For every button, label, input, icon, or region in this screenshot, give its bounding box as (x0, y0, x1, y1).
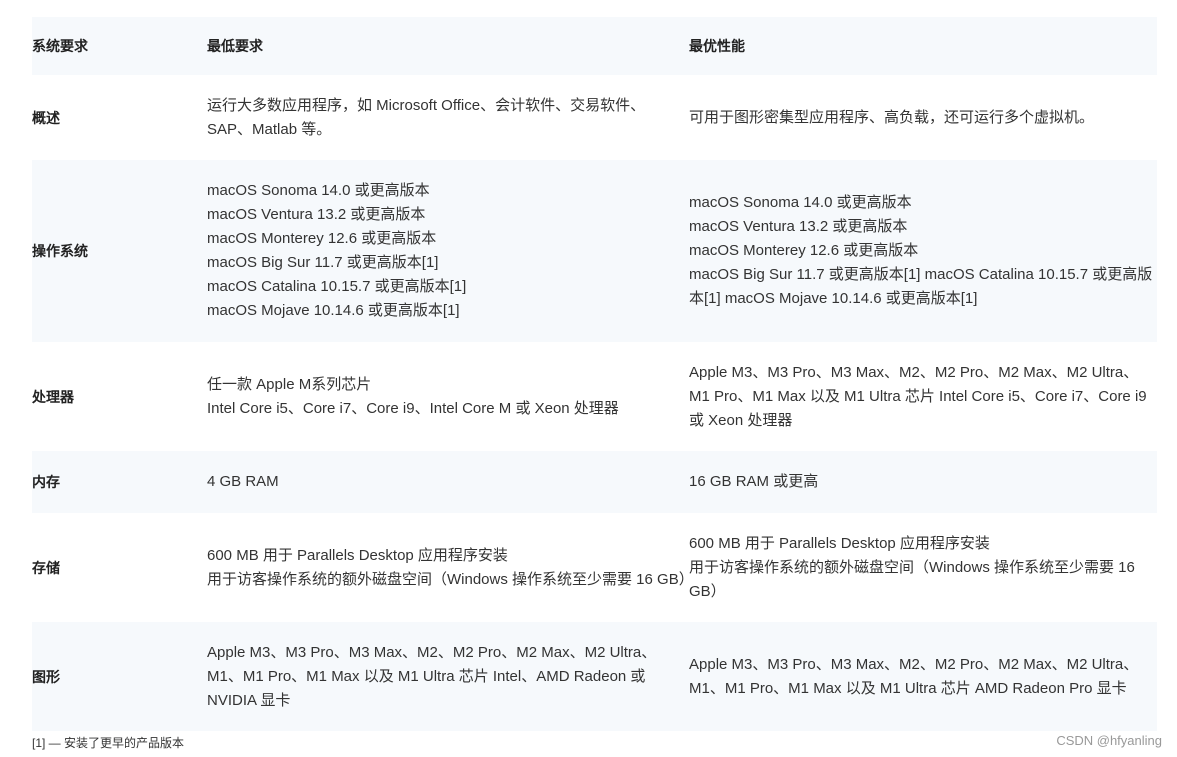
table-row-graphics: 图形 Apple M3、M3 Pro、M3 Max、M2、M2 Pro、M2 M… (32, 622, 1157, 731)
optimal-cell: 可用于图形密集型应用程序、高负载，还可运行多个虚拟机。 (689, 75, 1157, 160)
cell-line: macOS Big Sur 11.7 或更高版本[1] (207, 254, 439, 271)
cell-line: macOS Monterey 12.6 或更高版本 (689, 242, 919, 259)
cell-line: Intel Core i5、Core i7、Core i9、Intel Core… (207, 399, 619, 417)
optimal-cell: Apple M3、M3 Pro、M3 Max、M2、M2 Pro、M2 Max、… (689, 622, 1157, 731)
cell-line: Apple M3、M3 Pro、M3 Max、M2、M2 Pro、M2 Max、… (689, 655, 1139, 697)
table-row-processor: 处理器 任一款 Apple M系列芯片 Intel Core i5、Core i… (32, 342, 1157, 451)
cell-line: macOS Ventura 13.2 或更高版本 (207, 206, 426, 223)
cell-line: 600 MB 用于 Parallels Desktop 应用程序安装 (689, 534, 990, 552)
column-header-requirement: 系统要求 (32, 38, 88, 54)
requirements-table: 系统要求 最低要求 最优性能 概述 运行大多数应用程序，如 Microsoft … (32, 17, 1157, 731)
row-label: 处理器 (32, 388, 74, 405)
minimum-cell: 600 MB 用于 Parallels Desktop 应用程序安装 用于访客操… (207, 513, 694, 622)
minimum-cell: Apple M3、M3 Pro、M3 Max、M2、M2 Pro、M2 Max、… (207, 622, 689, 731)
minimum-cell: 运行大多数应用程序，如 Microsoft Office、会计软件、交易软件、S… (207, 75, 689, 160)
column-header-minimum: 最低要求 (207, 38, 263, 54)
optimal-cell: 16 GB RAM 或更高 (689, 451, 1157, 513)
cell-line: 任一款 Apple M系列芯片 (207, 375, 372, 393)
row-label: 图形 (32, 668, 60, 685)
table-row-overview: 概述 运行大多数应用程序，如 Microsoft Office、会计软件、交易软… (32, 75, 1157, 160)
cell-line: 用于访客操作系统的额外磁盘空间（Windows 操作系统至少需要 16 GB） (207, 570, 694, 588)
optimal-cell: macOS Sonoma 14.0 或更高版本 macOS Ventura 13… (689, 160, 1157, 342)
minimum-cell: 4 GB RAM (207, 451, 689, 513)
row-label: 操作系统 (32, 243, 88, 259)
watermark: CSDN @hfyanling (1056, 733, 1162, 748)
column-header-optimal: 最优性能 (689, 38, 745, 54)
row-label: 概述 (32, 109, 60, 126)
row-label: 内存 (32, 474, 60, 490)
table-row-memory: 内存 4 GB RAM 16 GB RAM 或更高 (32, 451, 1157, 513)
minimum-cell: macOS Sonoma 14.0 或更高版本 macOS Ventura 13… (207, 160, 689, 342)
cell-line: 运行大多数应用程序，如 Microsoft Office、会计软件、交易软件、S… (207, 96, 646, 138)
page: 系统要求 最低要求 最优性能 概述 运行大多数应用程序，如 Microsoft … (0, 0, 1177, 757)
table-row-storage: 存储 600 MB 用于 Parallels Desktop 应用程序安装 用于… (32, 513, 1157, 622)
cell-line: Apple M3、M3 Pro、M3 Max、M2、M2 Pro、M2 Max、… (689, 363, 1147, 429)
table-row-os: 操作系统 macOS Sonoma 14.0 或更高版本 macOS Ventu… (32, 160, 1157, 342)
optimal-cell: 600 MB 用于 Parallels Desktop 应用程序安装 用于访客操… (689, 513, 1157, 622)
cell-line: 600 MB 用于 Parallels Desktop 应用程序安装 (207, 546, 508, 564)
cell-line: macOS Big Sur 11.7 或更高版本[1] macOS Catali… (689, 266, 1153, 307)
cell-line: macOS Catalina 10.15.7 或更高版本[1] (207, 278, 467, 295)
cell-line: 16 GB RAM 或更高 (689, 473, 819, 490)
footnote: [1] — 安装了更早的产品版本 (32, 736, 185, 750)
table-header-row: 系统要求 最低要求 最优性能 (32, 17, 1157, 75)
cell-line: macOS Sonoma 14.0 或更高版本 (207, 182, 430, 199)
row-label: 存储 (32, 559, 60, 576)
cell-line: 可用于图形密集型应用程序、高负载，还可运行多个虚拟机。 (689, 108, 1095, 126)
cell-line: Apple M3、M3 Pro、M3 Max、M2、M2 Pro、M2 Max、… (207, 643, 657, 709)
cell-line: 4 GB RAM (207, 473, 279, 490)
cell-line: macOS Monterey 12.6 或更高版本 (207, 230, 437, 247)
cell-line: macOS Sonoma 14.0 或更高版本 (689, 194, 912, 211)
cell-line: macOS Mojave 10.14.6 或更高版本[1] (207, 302, 460, 319)
cell-line: macOS Ventura 13.2 或更高版本 (689, 218, 908, 235)
minimum-cell: 任一款 Apple M系列芯片 Intel Core i5、Core i7、Co… (207, 342, 689, 451)
cell-line: 用于访客操作系统的额外磁盘空间（Windows 操作系统至少需要 16 GB） (689, 558, 1135, 600)
optimal-cell: Apple M3、M3 Pro、M3 Max、M2、M2 Pro、M2 Max、… (689, 342, 1157, 451)
